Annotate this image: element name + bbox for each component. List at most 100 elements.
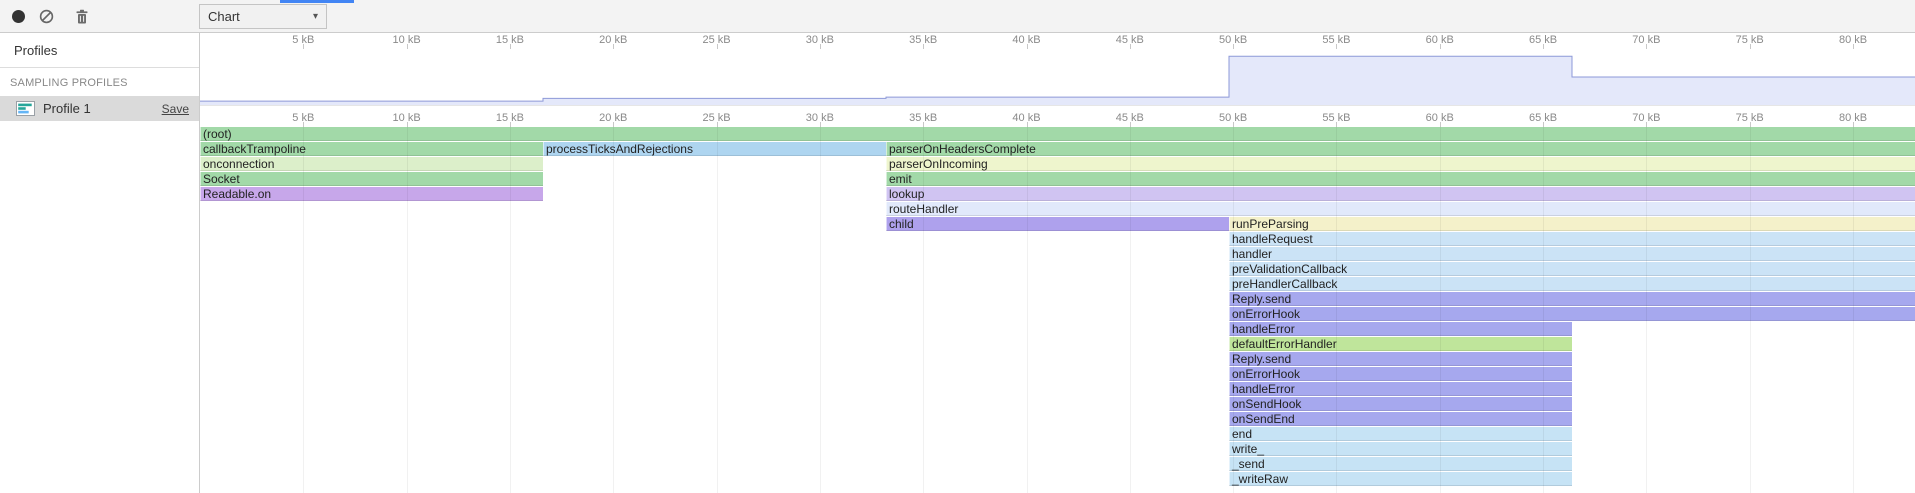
- flame-row: _writeRaw: [200, 472, 1915, 487]
- ruler-label: 45 kB: [1116, 112, 1144, 124]
- flame-bar[interactable]: handleRequest: [1229, 232, 1915, 246]
- flame-bar[interactable]: child: [886, 217, 1229, 231]
- flame-bar[interactable]: end: [1229, 427, 1572, 441]
- profile-row[interactable]: Profile 1 Save: [0, 96, 199, 121]
- flame-row: write_: [200, 442, 1915, 457]
- profile-name: Profile 1: [43, 101, 162, 116]
- sidebar-title: Profiles: [0, 33, 199, 67]
- flame-row: Socket emit: [200, 172, 1915, 187]
- ruler-label: 35 kB: [909, 34, 937, 46]
- flame-bar[interactable]: Reply.send: [1229, 352, 1572, 366]
- ruler-label: 75 kB: [1736, 112, 1764, 124]
- ruler-label: 5 kB: [292, 34, 314, 46]
- ruler-mid: 5 kB10 kB15 kB20 kB25 kB30 kB35 kB40 kB4…: [200, 107, 1915, 127]
- flame-bar[interactable]: onSendEnd: [1229, 412, 1572, 426]
- flame-row: (root): [200, 127, 1915, 142]
- chevron-down-icon: ▾: [313, 11, 318, 22]
- ruler-label: 15 kB: [496, 112, 524, 124]
- flame-bar[interactable]: Socket: [200, 172, 543, 186]
- flame-bar[interactable]: callbackTrampoline: [200, 142, 543, 156]
- flame-bar[interactable]: defaultErrorHandler: [1229, 337, 1572, 351]
- flame-bar[interactable]: handler: [1229, 247, 1915, 261]
- flame-row: defaultErrorHandler: [200, 337, 1915, 352]
- flame-bar[interactable]: processTicksAndRejections: [543, 142, 886, 156]
- clear-profiles-button[interactable]: [33, 3, 60, 30]
- record-icon: [12, 10, 25, 23]
- ruler-label: 80 kB: [1839, 112, 1867, 124]
- flame-row: onconnection parserOnIncoming: [200, 157, 1915, 172]
- flame-row: handleError: [200, 322, 1915, 337]
- flame-row: callbackTrampolineprocessTicksAndRejecti…: [200, 142, 1915, 157]
- delete-profile-button[interactable]: [68, 3, 95, 30]
- toolbar: Chart ▾: [0, 0, 1915, 33]
- flame-row: handleRequest: [200, 232, 1915, 247]
- devtools-memory-panel: Chart ▾ Profiles SAMPLING PROFILES Profi…: [0, 0, 1915, 493]
- flame-bar[interactable]: onSendHook: [1229, 397, 1572, 411]
- flame-bar[interactable]: parserOnIncoming: [886, 157, 1915, 171]
- flame-bar[interactable]: preHandlerCallback: [1229, 277, 1915, 291]
- flame-row: onSendEnd: [200, 412, 1915, 427]
- active-tab-indicator: [280, 0, 354, 3]
- ruler-label: 40 kB: [1012, 112, 1040, 124]
- flame-row: onErrorHook: [200, 307, 1915, 322]
- ruler-label: 25 kB: [702, 112, 730, 124]
- ruler-label: 10 kB: [393, 112, 421, 124]
- flame-row: preHandlerCallback: [200, 277, 1915, 292]
- ruler-label: 40 kB: [1012, 34, 1040, 46]
- ruler-label: 20 kB: [599, 112, 627, 124]
- sampling-profiles-label: SAMPLING PROFILES: [0, 68, 199, 96]
- ruler-label: 70 kB: [1632, 34, 1660, 46]
- ruler-label: 30 kB: [806, 112, 834, 124]
- ruler-label: 80 kB: [1839, 34, 1867, 46]
- flame-bar[interactable]: lookup: [886, 187, 1915, 201]
- flame-row: end: [200, 427, 1915, 442]
- view-select[interactable]: Chart ▾: [199, 4, 327, 29]
- ruler-label: 50 kB: [1219, 112, 1247, 124]
- flame-bar[interactable]: _writeRaw: [1229, 472, 1572, 486]
- flame-bar[interactable]: parserOnHeadersComplete: [886, 142, 1915, 156]
- profiles-sidebar: Profiles SAMPLING PROFILES Profile 1 Sav…: [0, 33, 200, 493]
- ruler-label: 65 kB: [1529, 112, 1557, 124]
- flame-bar[interactable]: Readable.on: [200, 187, 543, 201]
- save-profile-link[interactable]: Save: [162, 102, 189, 116]
- ruler-label: 45 kB: [1116, 34, 1144, 46]
- flame-chart-area: 5 kB 10 kB 15 kB 20 kB 25 kB 30 kB 35 kB 40 kB 4…: [200, 33, 1915, 493]
- ruler-label: 10 kB: [393, 34, 421, 46]
- ruler-label: 75 kB: [1736, 34, 1764, 46]
- flame-bar[interactable]: Reply.send: [1229, 292, 1915, 306]
- ruler-label: 60 kB: [1426, 112, 1454, 124]
- record-allocation-button[interactable]: [5, 3, 32, 30]
- flame-bar[interactable]: handleError: [1229, 322, 1572, 336]
- overview-chart: [200, 49, 1915, 105]
- ruler-label: 35 kB: [909, 112, 937, 124]
- ruler-label: 50 kB: [1219, 34, 1247, 46]
- ruler-label: 60 kB: [1426, 34, 1454, 46]
- flame-bar[interactable]: onconnection: [200, 157, 543, 171]
- ruler-label: 65 kB: [1529, 34, 1557, 46]
- allocation-overview[interactable]: [200, 49, 1915, 106]
- flame-row: handler: [200, 247, 1915, 262]
- ruler-label: 20 kB: [599, 34, 627, 46]
- flame-row: Reply.send: [200, 292, 1915, 307]
- ruler-top: 5 kB10 kB15 kB20 kB25 kB30 kB35 kB40 kB4…: [200, 33, 1915, 49]
- flame-bar[interactable]: write_: [1229, 442, 1572, 456]
- flame-row: preValidationCallback: [200, 262, 1915, 277]
- flame-row: childrunPreParsing: [200, 217, 1915, 232]
- flame-row: _send: [200, 457, 1915, 472]
- ruler-label: 30 kB: [806, 34, 834, 46]
- flame-bar[interactable]: handleError: [1229, 382, 1572, 396]
- flame-bar[interactable]: onErrorHook: [1229, 367, 1572, 381]
- flame-bar[interactable]: (root): [200, 127, 1915, 141]
- ruler-label: 25 kB: [702, 34, 730, 46]
- flame-bar[interactable]: preValidationCallback: [1229, 262, 1915, 276]
- flame-bar[interactable]: _send: [1229, 457, 1572, 471]
- flame-bar[interactable]: runPreParsing: [1229, 217, 1915, 231]
- flame-graph: (root)callbackTrampolineprocessTicksAndR…: [200, 127, 1915, 493]
- ruler-label: 70 kB: [1632, 112, 1660, 124]
- trash-icon: [75, 9, 89, 25]
- flame-bar[interactable]: emit: [886, 172, 1915, 186]
- view-select-value: Chart: [208, 9, 240, 24]
- ruler-label: 55 kB: [1322, 34, 1350, 46]
- flame-bar[interactable]: routeHandler: [886, 202, 1915, 216]
- flame-bar[interactable]: onErrorHook: [1229, 307, 1915, 321]
